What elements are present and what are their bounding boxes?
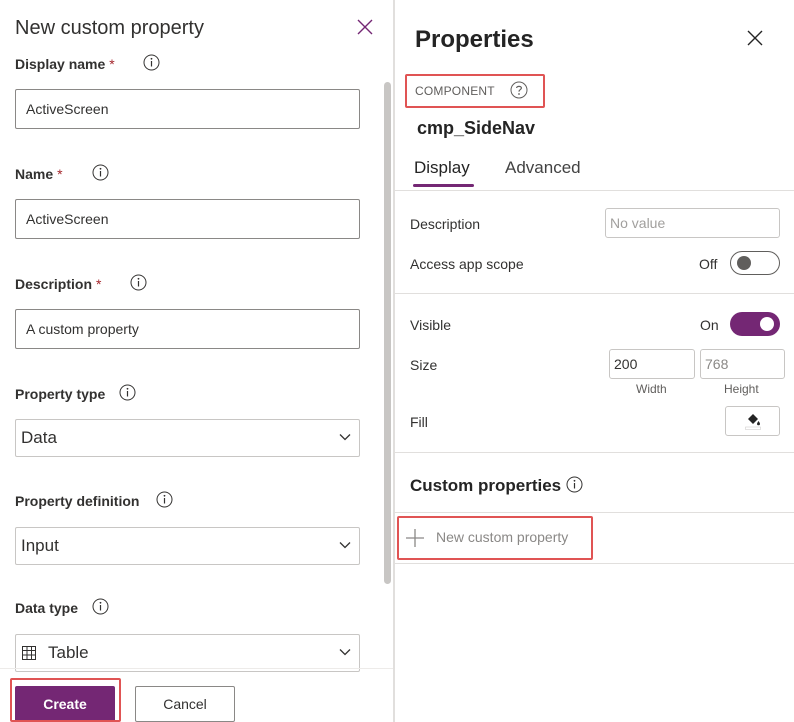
property-type-dropdown[interactable]: Data — [15, 419, 360, 457]
section-divider — [395, 452, 794, 453]
property-type-value: Data — [21, 428, 57, 447]
custom-properties-title: Custom properties — [410, 476, 562, 495]
info-icon[interactable] — [143, 54, 160, 71]
data-type-value: Table — [48, 643, 89, 662]
access-app-scope-toggle[interactable] — [730, 251, 780, 275]
chevron-down-icon — [339, 434, 351, 441]
section-divider — [395, 563, 794, 564]
panel-title: New custom property — [15, 17, 204, 39]
tab-display[interactable]: Display — [414, 158, 470, 178]
new-custom-property-highlight — [397, 516, 593, 560]
data-type-label: Data type — [15, 600, 79, 616]
component-name: cmp_SideNav — [417, 118, 536, 138]
property-type-label: Property type — [15, 386, 106, 402]
info-icon[interactable] — [566, 476, 583, 493]
tab-advanced[interactable]: Advanced — [505, 158, 581, 178]
visible-label: Visible — [410, 317, 451, 333]
description-input[interactable]: A custom property — [15, 309, 360, 349]
data-type-dropdown[interactable]: Table — [15, 634, 360, 672]
info-icon[interactable] — [156, 491, 173, 508]
properties-panel: Properties COMPONENT cmp_SideNav Display… — [395, 0, 794, 722]
visible-toggle[interactable] — [730, 312, 780, 336]
info-icon[interactable] — [119, 384, 136, 401]
toggle-knob — [737, 255, 751, 270]
access-app-scope-state: Off — [699, 256, 718, 272]
footer-divider — [0, 668, 393, 669]
section-divider — [395, 512, 794, 513]
scrollbar-thumb[interactable] — [384, 82, 391, 584]
property-definition-label: Property definition — [15, 493, 140, 509]
height-label: Height — [724, 382, 759, 396]
tabs-divider — [395, 190, 794, 191]
description-label: Description — [410, 216, 481, 232]
access-app-scope-label: Access app scope — [410, 256, 524, 272]
component-label-highlight — [405, 74, 545, 108]
chevron-down-icon — [339, 542, 351, 549]
new-custom-property-panel: New custom property Display name * Active… — [0, 0, 393, 722]
width-input[interactable]: 200 — [609, 349, 695, 379]
height-input[interactable]: 768 — [700, 349, 785, 379]
width-label: Width — [636, 382, 667, 396]
active-tab-indicator — [413, 184, 474, 187]
visible-state: On — [700, 317, 719, 333]
property-definition-value: Input — [21, 536, 59, 555]
display-name-input[interactable]: ActiveScreen — [15, 89, 360, 129]
create-button-highlight — [10, 678, 121, 722]
name-label: Name * — [15, 166, 63, 182]
properties-title: Properties — [415, 26, 534, 53]
property-definition-dropdown[interactable]: Input — [15, 527, 360, 565]
paint-bucket-icon — [745, 414, 761, 430]
display-name-label: Display name * — [15, 56, 115, 72]
table-icon — [22, 646, 36, 660]
chevron-down-icon — [339, 649, 351, 656]
info-icon[interactable] — [92, 598, 109, 615]
info-icon[interactable] — [92, 164, 109, 181]
size-label: Size — [410, 357, 438, 373]
fill-color-picker[interactable] — [725, 406, 780, 436]
info-icon[interactable] — [130, 274, 147, 291]
description-input[interactable]: No value — [605, 208, 780, 238]
fill-label: Fill — [410, 414, 428, 430]
section-divider — [395, 293, 794, 294]
toggle-knob — [760, 317, 774, 331]
name-input[interactable]: ActiveScreen — [15, 199, 360, 239]
cancel-button[interactable]: Cancel — [135, 686, 235, 722]
close-icon[interactable] — [356, 18, 374, 36]
description-label: Description * — [15, 276, 102, 292]
close-icon[interactable] — [747, 30, 763, 46]
